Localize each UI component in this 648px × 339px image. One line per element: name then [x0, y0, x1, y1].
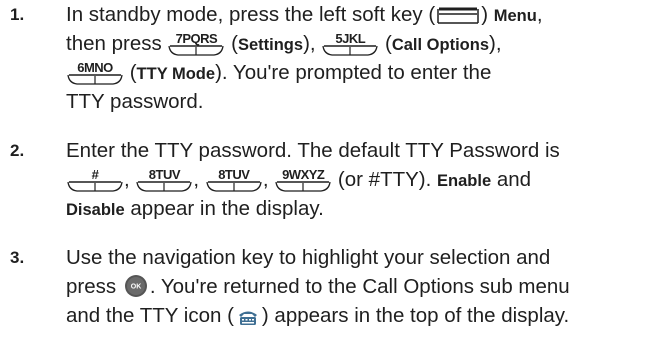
text: In standby mode, press the left soft key… — [66, 3, 436, 26]
text: , — [124, 168, 130, 191]
key-9-icon: 9WXYZ — [275, 168, 331, 192]
text: and — [496, 168, 532, 191]
text: ) appears in the top of the display. — [261, 304, 570, 327]
text: and the TTY icon ( — [66, 304, 234, 327]
text: , — [193, 168, 200, 191]
text: ). You're prompted to enter the — [215, 61, 492, 84]
step-text: In standby mode, press the left soft key… — [66, 0, 640, 116]
line: Enter the TTY password. The default TTY … — [66, 136, 640, 165]
key-8-icon: 8TUV — [136, 168, 193, 192]
step-number: 1. — [10, 5, 25, 24]
text: ), — [489, 32, 502, 55]
line: #, 8TUV, 8TUV, 9WXYZ (or #TTY). Enable a… — [66, 165, 640, 194]
text: . You're returned to the Call Options su… — [149, 275, 570, 298]
text: ( — [231, 32, 238, 55]
key-hash-icon: # — [67, 168, 123, 192]
text: ), — [303, 32, 316, 55]
line: TTY password. — [66, 87, 640, 116]
step-text: Use the navigation key to highlight your… — [66, 243, 640, 330]
tty-icon — [237, 305, 259, 334]
call-options-label: Call Options — [391, 36, 489, 54]
text: Use the navigation key to highlight your… — [66, 246, 551, 269]
settings-label: Settings — [237, 36, 304, 54]
line: and the TTY icon ( ) appears in the top o… — [66, 301, 640, 330]
text: ( — [129, 61, 137, 84]
line: press OK . You're returned to the Call Op… — [66, 272, 640, 301]
ok-button-label: OK — [131, 284, 142, 291]
line: In standby mode, press the left soft key… — [66, 0, 640, 29]
text: press — [66, 275, 117, 298]
key-8-icon: 8TUV — [206, 168, 262, 192]
text: ) — [481, 3, 489, 26]
key-6-icon: 6MNO — [67, 61, 123, 85]
key-5-icon: 5JKL — [322, 32, 378, 56]
step-text: Enter the TTY password. The default TTY … — [66, 136, 640, 223]
step-number: 3. — [10, 248, 25, 267]
line: Use the navigation key to highlight your… — [66, 243, 640, 272]
text: appear in the display. — [130, 197, 324, 220]
line: 6MNO (TTY Mode). You're prompted to ente… — [66, 58, 640, 87]
text: (or #TTY). — [337, 168, 432, 191]
text: ( — [385, 32, 392, 55]
disable-label: Disable — [66, 201, 125, 219]
line: then press 7PQRS (Settings), 5JKL (Call … — [66, 29, 640, 58]
text: , — [262, 168, 269, 191]
enable-label: Enable — [437, 172, 492, 190]
line: Disable appear in the display. — [66, 194, 640, 223]
tty-mode-label: TTY Mode — [136, 65, 216, 83]
text: TTY password. — [66, 90, 204, 113]
menu-label: Menu — [493, 7, 537, 25]
text: Enter the TTY password. The default TTY … — [66, 139, 560, 162]
text: then press — [66, 32, 162, 55]
key-7-icon: 7PQRS — [168, 32, 225, 56]
step-number: 2. — [10, 141, 25, 160]
text: , — [536, 3, 543, 26]
